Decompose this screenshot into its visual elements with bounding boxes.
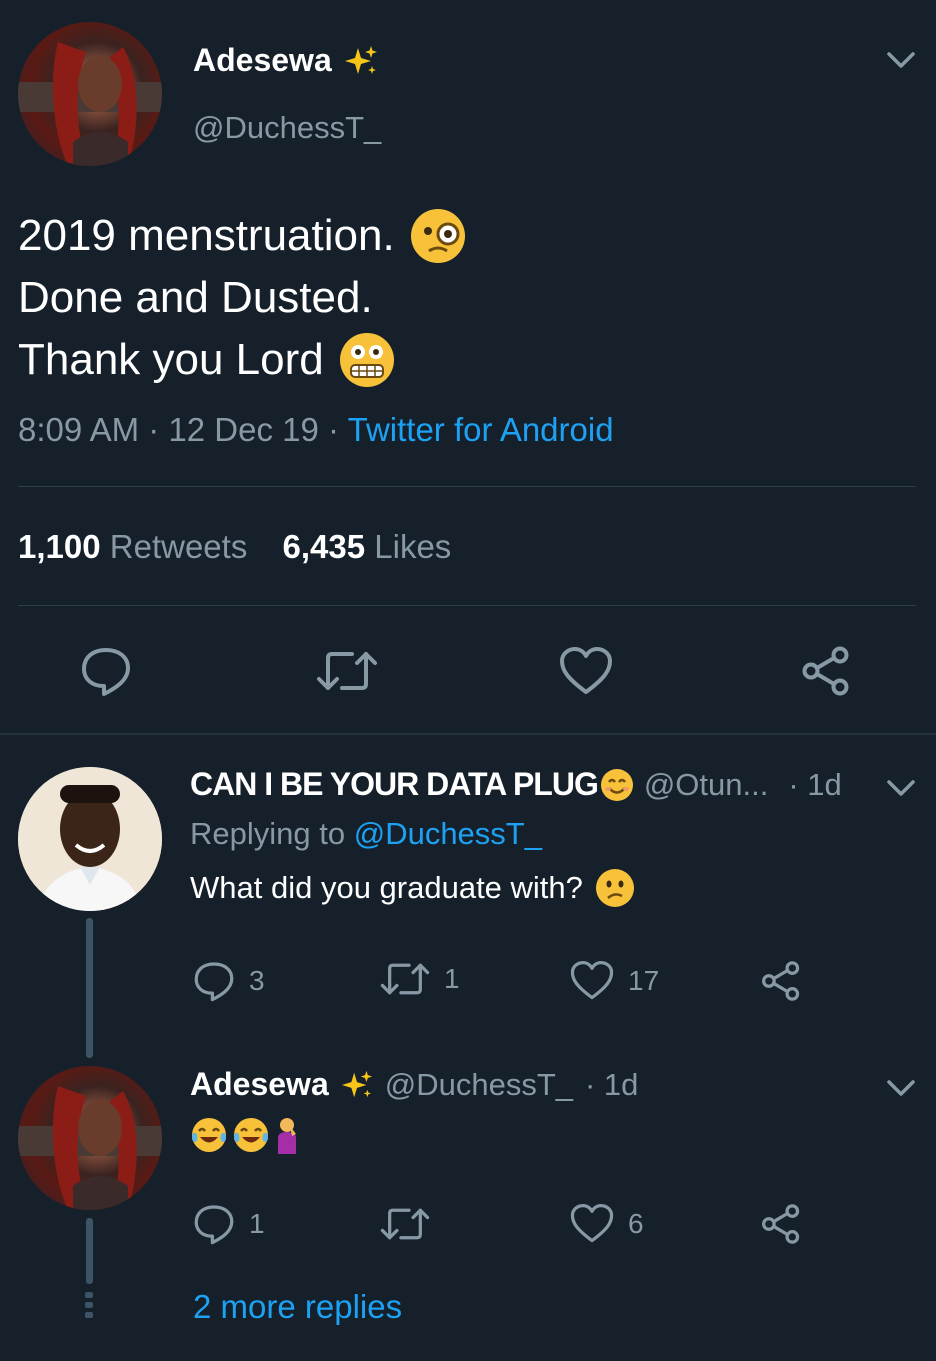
reply1-like-button[interactable]: 17 bbox=[570, 960, 659, 1001]
reply2-avatar[interactable] bbox=[18, 1066, 162, 1210]
likes-count: 6,435 bbox=[282, 528, 366, 565]
author-handle[interactable]: @DuchessT_ bbox=[193, 110, 381, 146]
retweet-icon bbox=[317, 652, 377, 690]
tweet-source-link[interactable]: Twitter for Android bbox=[348, 411, 614, 448]
retweet-icon bbox=[380, 963, 430, 995]
like-button[interactable] bbox=[559, 646, 613, 696]
confused-face-icon bbox=[595, 868, 635, 908]
replying-to: Replying to @DuchessT_ bbox=[190, 816, 542, 852]
reply2-time: · 1d bbox=[585, 1066, 639, 1102]
reply1-retweet-count: 1 bbox=[444, 963, 460, 994]
sparkles-icon bbox=[341, 1069, 373, 1101]
tweet-time: 8:09 AM bbox=[18, 411, 140, 448]
reply1-reply-button[interactable]: 3 bbox=[193, 960, 265, 1002]
reply-icon bbox=[194, 962, 234, 1002]
divider bbox=[18, 486, 916, 487]
thread-line bbox=[86, 918, 93, 1058]
tweet-text-line-1: 2019 menstruation. bbox=[18, 211, 395, 260]
likes-stat[interactable]: 6,435 Likes bbox=[283, 528, 452, 565]
reply2-share-button[interactable] bbox=[760, 1203, 802, 1245]
more-replies-link[interactable]: 2 more replies bbox=[193, 1288, 402, 1326]
share-icon bbox=[762, 1204, 800, 1244]
reply2-author-handle[interactable]: @DuchessT_ bbox=[385, 1067, 573, 1103]
thread-dots bbox=[85, 1292, 93, 1318]
smiling-face-icon bbox=[600, 768, 634, 802]
meta-separator: · bbox=[148, 411, 160, 448]
share-button[interactable] bbox=[800, 645, 852, 697]
meta-separator: · bbox=[328, 411, 340, 448]
reply2-like-count: 6 bbox=[628, 1207, 644, 1239]
reply2-reply-count: 1 bbox=[249, 1208, 265, 1239]
heart-icon bbox=[570, 960, 614, 1000]
tears-of-joy-icon bbox=[232, 1116, 270, 1154]
share-icon bbox=[802, 646, 849, 696]
reply1-share-button[interactable] bbox=[760, 960, 802, 1002]
reply1-reply-count: 3 bbox=[249, 965, 265, 996]
reply1-avatar[interactable] bbox=[18, 767, 162, 911]
reply1-author-name[interactable]: CAN I BE YOUR DATA PLUG bbox=[190, 766, 599, 803]
reply2-author-name[interactable]: Adesewa bbox=[190, 1066, 329, 1103]
divider bbox=[0, 733, 936, 735]
divider bbox=[18, 605, 916, 606]
reply1-like-count: 17 bbox=[628, 964, 660, 996]
sparkles-icon bbox=[344, 44, 378, 78]
reply2-retweet-button[interactable] bbox=[380, 1205, 430, 1243]
tears-of-joy-icon bbox=[190, 1116, 228, 1154]
reply1-time: · 1d bbox=[788, 766, 842, 802]
reply-button[interactable] bbox=[80, 645, 132, 697]
retweet-button[interactable] bbox=[316, 648, 378, 694]
retweets-count: 1,100 bbox=[18, 528, 101, 565]
person-facepalming-icon bbox=[274, 1116, 300, 1154]
replying-to-handle[interactable]: @DuchessT_ bbox=[354, 816, 542, 851]
tweet-meta: 8:09 AM · 12 Dec 19 · Twitter for Androi… bbox=[18, 411, 614, 449]
author-avatar[interactable] bbox=[18, 22, 162, 166]
reply2-like-button[interactable]: 6 bbox=[570, 1203, 644, 1244]
retweets-label: Retweets bbox=[109, 528, 248, 565]
reply1-retweet-button[interactable]: 1 bbox=[380, 960, 460, 998]
share-icon bbox=[762, 961, 800, 1001]
thread-line bbox=[86, 1218, 93, 1284]
retweets-stat[interactable]: 1,100 Retweets bbox=[18, 528, 257, 565]
reply1-text: What did you graduate with? bbox=[190, 870, 583, 905]
heart-icon bbox=[560, 647, 612, 694]
reply-icon bbox=[82, 648, 130, 696]
reply1-author-handle[interactable]: @Otun... bbox=[644, 767, 769, 803]
grimacing-face-icon bbox=[338, 331, 396, 389]
likes-label: Likes bbox=[374, 528, 452, 565]
tweet-text-line-2: Done and Dusted. bbox=[18, 273, 373, 322]
reply-icon bbox=[194, 1205, 234, 1245]
reply2-reply-button[interactable]: 1 bbox=[193, 1203, 265, 1245]
face-with-monocle-icon bbox=[409, 207, 467, 265]
heart-icon bbox=[570, 1203, 614, 1243]
tweet-text-line-3: Thank you Lord bbox=[18, 335, 324, 384]
reply2-text bbox=[190, 1116, 300, 1154]
tweet-date: 12 Dec 19 bbox=[168, 411, 319, 448]
tweet-menu-chevron-icon[interactable] bbox=[886, 50, 916, 72]
reply2-menu-chevron-icon[interactable] bbox=[886, 1078, 916, 1100]
retweet-icon bbox=[380, 1208, 430, 1240]
tweet-stats: 1,100 Retweets 6,435 Likes bbox=[18, 528, 451, 566]
replying-to-label: Replying to bbox=[190, 816, 346, 851]
reply1-menu-chevron-icon[interactable] bbox=[886, 778, 916, 800]
author-name[interactable]: Adesewa bbox=[193, 42, 332, 79]
tweet-text: 2019 menstruation. Done and Dusted. Than… bbox=[18, 205, 467, 391]
